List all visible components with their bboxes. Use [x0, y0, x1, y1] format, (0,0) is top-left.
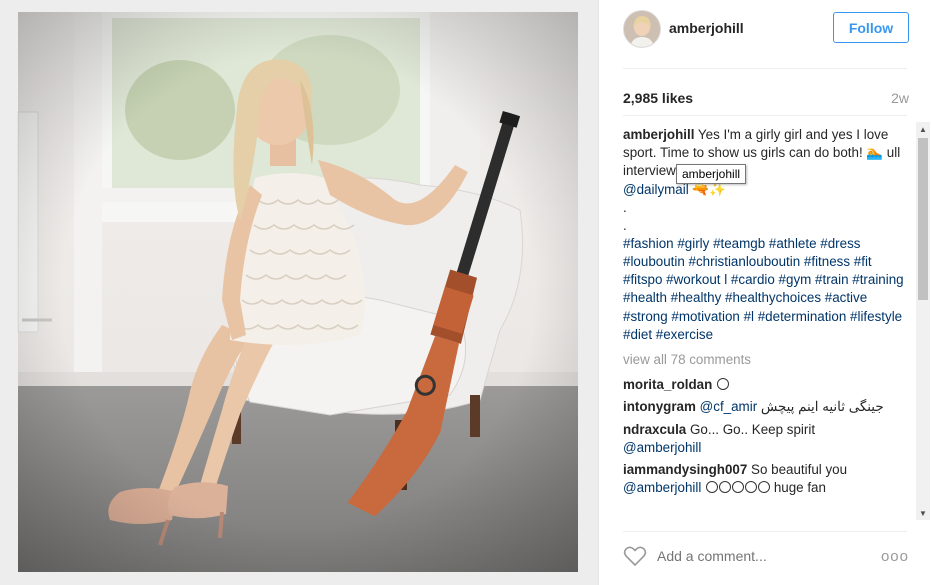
comment-text: جینگی ثانیه اینم پیچش: [760, 399, 884, 415]
comment-text: Go... Go.. Keep spirit: [690, 421, 816, 437]
comment-row: intonygram @cf_amir جینگی ثانیه اینم پیچ…: [623, 398, 913, 416]
post-photo[interactable]: [0, 0, 598, 585]
comments-list[interactable]: amberjohill Yes I'm a girly girl and yes…: [623, 126, 913, 522]
profile-avatar[interactable]: [623, 10, 661, 48]
photo-illustration: [0, 0, 598, 585]
scroll-up-arrow-icon[interactable]: ▲: [916, 122, 930, 136]
smiley-emoji-icon: [706, 481, 719, 494]
comment-username[interactable]: morita_roldan: [623, 377, 712, 392]
comment-username[interactable]: intonygram: [623, 399, 696, 414]
smiley-emoji-icon: [717, 378, 730, 391]
follow-button[interactable]: Follow: [833, 12, 909, 43]
comment-username[interactable]: ndraxcula: [623, 422, 686, 437]
comments-scrollbar[interactable]: ▲ ▼: [916, 122, 930, 520]
caption-dot-1: .: [623, 199, 627, 215]
post-details-panel: amberjohill Follow 2,985 likes 2w amberj…: [598, 0, 931, 585]
scroll-down-arrow-icon[interactable]: ▼: [916, 506, 930, 520]
add-comment-input[interactable]: [657, 545, 867, 567]
comment-row: iammandysingh007 So beautiful you @amber…: [623, 461, 913, 497]
scrollbar-thumb[interactable]: [918, 138, 928, 300]
comment-username[interactable]: iammandysingh007: [623, 462, 747, 477]
smiley-emoji-icon: [732, 481, 745, 494]
more-options-icon[interactable]: ooo: [881, 548, 909, 565]
comment-mention[interactable]: @amberjohill: [623, 440, 701, 455]
likes-count[interactable]: 2,985 likes: [623, 90, 693, 106]
smiley-emoji-icon: [719, 481, 732, 494]
post-header: amberjohill Follow: [599, 0, 931, 68]
comment-row: ndraxcula Go... Go.. Keep spirit @amberj…: [623, 421, 913, 457]
post-timestamp[interactable]: 2w: [891, 90, 909, 106]
username-tooltip: amberjohill: [676, 164, 747, 184]
comment-row: morita_roldan: [623, 376, 913, 394]
divider: [623, 531, 907, 532]
comment-mention[interactable]: @cf_amir: [700, 399, 758, 414]
heart-icon[interactable]: [623, 545, 647, 567]
caption: amberjohill Yes I'm a girly girl and yes…: [623, 126, 913, 199]
caption-username[interactable]: amberjohill: [623, 127, 694, 142]
comment-mention[interactable]: @amberjohill: [623, 480, 701, 495]
caption-dot-2: .: [623, 217, 627, 233]
view-all-comments-link[interactable]: view all 78 comments: [623, 351, 913, 369]
comment-text: So beautiful you: [751, 462, 848, 478]
smiley-emoji-icon: [745, 481, 758, 494]
smiley-emoji-icon: [758, 481, 771, 494]
divider: [623, 115, 907, 116]
comment-tail-text: huge fan: [773, 480, 826, 496]
username-link[interactable]: amberjohill: [669, 20, 744, 36]
caption-hashtags[interactable]: #fashion #girly #teamgb #athlete #dress …: [623, 235, 913, 344]
divider: [623, 68, 907, 69]
avatar-image: [624, 11, 660, 47]
